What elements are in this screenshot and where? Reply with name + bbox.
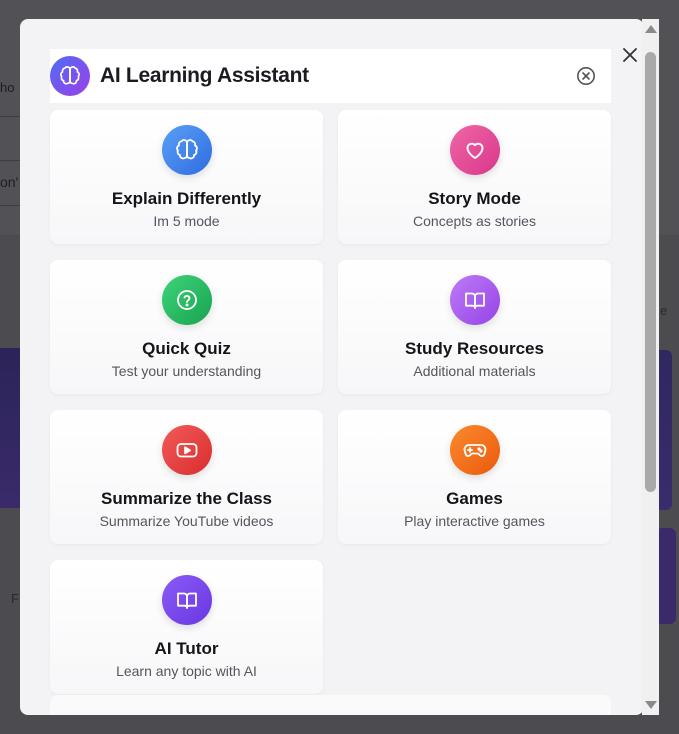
brain-icon: [50, 56, 90, 96]
card-title: Study Resources: [405, 339, 544, 358]
scrollbar-thumb[interactable]: [645, 52, 656, 492]
card-ai-tutor[interactable]: AI Tutor Learn any topic with AI: [50, 560, 323, 694]
youtube-icon: [161, 425, 212, 475]
card-subtitle: Additional materials: [413, 363, 536, 379]
background-text: F: [11, 591, 19, 606]
background-text: ho: [0, 80, 15, 95]
card-story-mode[interactable]: Story Mode Concepts as stories: [338, 110, 611, 244]
brain-icon: [161, 125, 212, 175]
modal-close-button[interactable]: [618, 43, 642, 67]
scroll-down-arrow-icon[interactable]: [645, 701, 657, 709]
scrollbar[interactable]: [642, 19, 659, 715]
card-title: AI Tutor: [154, 639, 219, 658]
background-banner: [0, 348, 22, 508]
close-icon: [623, 48, 637, 62]
scroll-up-arrow-icon[interactable]: [645, 25, 657, 33]
close-circle-icon: [577, 67, 595, 85]
book-open-icon: [449, 275, 500, 325]
card-subtitle: Summarize YouTube videos: [99, 513, 274, 529]
card-title: Summarize the Class: [100, 489, 272, 508]
card-subtitle: Concepts as stories: [413, 213, 536, 229]
card-quick-quiz[interactable]: Quick Quiz Test your understanding: [50, 260, 323, 394]
heart-icon: [449, 125, 500, 175]
question-circle-icon: [161, 275, 212, 325]
card-subtitle: Play interactive games: [404, 513, 545, 529]
card-subtitle: Learn any topic with AI: [116, 663, 257, 679]
card-explain-differently[interactable]: Explain Differently Im 5 mode: [50, 110, 323, 244]
background-text: e: [660, 303, 668, 318]
card-subtitle: Test your understanding: [111, 363, 262, 379]
background-banner: [656, 528, 676, 624]
header-close-button[interactable]: [575, 65, 597, 87]
gamepad-icon: [449, 425, 500, 475]
ai-assistant-modal: AI Learning Assistant Explain Differentl…: [20, 19, 644, 715]
card-title: Story Mode: [428, 189, 521, 208]
card-games[interactable]: Games Play interactive games: [338, 410, 611, 544]
modal-title: AI Learning Assistant: [100, 64, 309, 87]
card-title: Games: [446, 489, 503, 508]
book-open-icon: [161, 575, 212, 625]
modal-header: AI Learning Assistant: [50, 49, 611, 103]
card-title: Quick Quiz: [142, 339, 231, 358]
next-section-peek: [50, 695, 611, 715]
card-title: Explain Differently: [111, 189, 262, 208]
card-subtitle: Im 5 mode: [153, 213, 220, 229]
card-summarize-the-class[interactable]: Summarize the Class Summarize YouTube vi…: [50, 410, 323, 544]
background-text: on': [0, 174, 19, 190]
card-study-resources[interactable]: Study Resources Additional materials: [338, 260, 611, 394]
